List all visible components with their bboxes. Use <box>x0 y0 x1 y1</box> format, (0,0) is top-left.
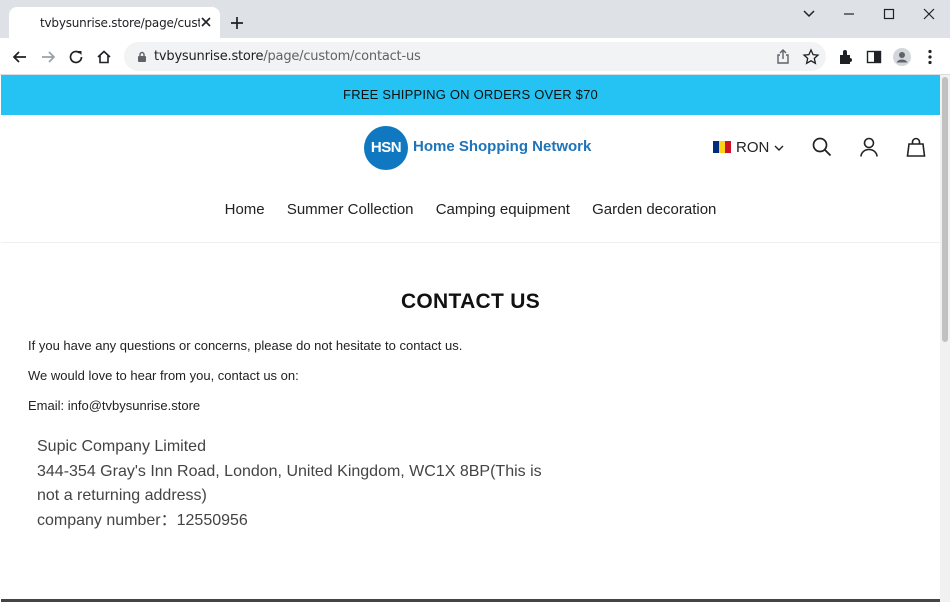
side-panel-icon[interactable] <box>864 47 884 67</box>
company-address-line: 344-354 Gray's Inn Road, London, United … <box>37 462 542 480</box>
share-icon[interactable] <box>773 47 793 67</box>
header-divider <box>1 242 940 243</box>
footer-edge <box>1 599 940 602</box>
browser-tabstrip: tvbysunrise.store/page/custom/c <box>0 0 950 38</box>
nav-link-home[interactable]: Home <box>225 201 265 218</box>
company-address-block: Supic Company Limited 344-354 Gray's Inn… <box>37 435 542 533</box>
cart-bag-icon[interactable] <box>905 136 927 158</box>
logo-mark: HSN <box>364 126 408 170</box>
profile-avatar-icon[interactable] <box>892 47 912 67</box>
browser-toolbar: tvbysunrise.store/page/custom/contact-us <box>0 38 950 75</box>
contact-email-text: Email: info@tvbysunrise.store <box>28 398 201 413</box>
maximize-icon[interactable] <box>878 5 900 23</box>
page-title: CONTACT US <box>400 290 541 313</box>
company-address-note: not a returning address) <box>37 487 207 504</box>
extensions-icon[interactable] <box>836 47 856 67</box>
url-text[interactable]: tvbysunrise.store/page/custom/contact-us <box>154 49 421 64</box>
tab-title: tvbysunrise.store/page/custom/c <box>40 16 200 30</box>
forward-icon[interactable] <box>37 46 59 68</box>
browser-tab[interactable]: tvbysunrise.store/page/custom/c <box>9 7 220 38</box>
home-icon[interactable] <box>93 46 115 68</box>
tab-search-chevron-icon[interactable] <box>798 5 820 23</box>
search-icon[interactable] <box>811 136 833 158</box>
page-scrollbar[interactable] <box>940 75 950 602</box>
minimize-icon[interactable] <box>838 5 860 23</box>
back-icon[interactable] <box>9 46 31 68</box>
romania-flag-icon <box>713 141 731 153</box>
new-tab-icon[interactable] <box>227 13 247 33</box>
contact-intro-text: If you have any questions or concerns, p… <box>28 338 463 353</box>
reload-icon[interactable] <box>65 46 87 68</box>
nav-link-garden-decoration[interactable]: Garden decoration <box>592 201 716 218</box>
close-window-icon[interactable] <box>918 5 940 23</box>
scrollbar-thumb[interactable] <box>942 77 948 342</box>
address-bar[interactable]: tvbysunrise.store/page/custom/contact-us <box>124 42 826 71</box>
nav-link-camping-equipment[interactable]: Camping equipment <box>436 201 570 218</box>
browser-menu-icon[interactable] <box>920 47 940 67</box>
tab-close-icon[interactable] <box>197 13 215 31</box>
company-number: company number：12550956 <box>37 511 248 529</box>
bookmark-star-icon[interactable] <box>801 47 821 67</box>
nav-link-summer-collection[interactable]: Summer Collection <box>287 201 414 218</box>
main-navigation: Home Summer Collection Camping equipment… <box>1 201 940 218</box>
contact-reach-text: We would love to hear from you, contact … <box>28 368 299 383</box>
lock-icon[interactable] <box>136 50 148 63</box>
account-icon[interactable] <box>858 136 880 158</box>
logo-text: Home Shopping Network <box>413 138 592 155</box>
chevron-down-icon <box>774 145 784 151</box>
company-name: Supic Company Limited <box>37 438 206 455</box>
currency-code: RON <box>736 139 770 156</box>
announcement-bar: FREE SHIPPING ON ORDERS OVER $70 <box>1 75 940 115</box>
page-viewport: FREE SHIPPING ON ORDERS OVER $70 HSN Hom… <box>1 75 940 602</box>
